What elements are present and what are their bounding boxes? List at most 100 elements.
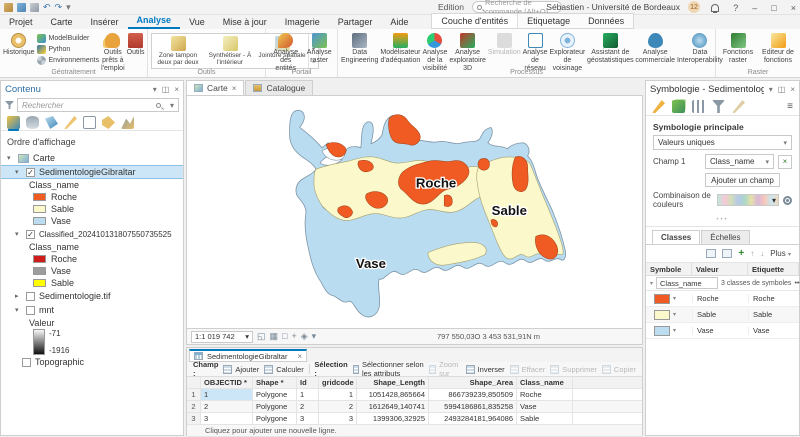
exploratoire-3d-button[interactable]: Analyse exploratoire 3D xyxy=(449,31,486,73)
modelisateur-button[interactable]: Modélisateur d'adéquation xyxy=(380,31,420,65)
tab-mise-a-jour[interactable]: Mise à jour xyxy=(214,15,276,29)
cell-class-name[interactable]: Vase xyxy=(517,401,573,412)
col-shape-length[interactable]: Shape_Length xyxy=(357,377,429,388)
group-field-input[interactable]: Class_name xyxy=(656,277,718,289)
select-by-attributes-button[interactable]: Sélectionner selon les attributs xyxy=(353,360,425,378)
cell-shape-length[interactable]: 1612649,140741 xyxy=(357,401,429,412)
qat-customize-icon[interactable]: ▾ xyxy=(66,3,71,12)
swatch-caret-icon[interactable]: ▾ xyxy=(673,311,676,318)
show-values-icon[interactable] xyxy=(706,249,716,258)
expander-icon[interactable]: ▾ xyxy=(15,230,22,238)
cell-class-name[interactable]: Sable xyxy=(517,413,573,424)
cell-id[interactable]: 3 xyxy=(297,413,319,424)
cell-shape[interactable]: Polygone xyxy=(253,413,297,424)
notification-badge[interactable]: 12 xyxy=(688,1,700,13)
class-row[interactable]: ▾ Roche Roche xyxy=(646,291,799,307)
tree-item-sedimentologie[interactable]: ▾ ✓ SedimentologieGibraltar xyxy=(1,165,183,179)
redo-icon[interactable]: ↷ xyxy=(55,3,63,12)
cell-objectid[interactable]: 3 xyxy=(201,413,253,424)
col-gridcode[interactable]: gridcode xyxy=(319,377,357,388)
tab-carte[interactable]: Carte xyxy=(42,15,82,29)
tree-item-topographic[interactable]: Topographic xyxy=(1,355,183,369)
field1-select[interactable]: Class_name ▾ xyxy=(705,154,774,169)
vary-symbology-icon[interactable] xyxy=(672,100,685,113)
undo-icon[interactable]: ↶ xyxy=(43,3,51,12)
minimize-button[interactable]: – xyxy=(752,3,757,13)
swatch-caret-icon[interactable]: ▾ xyxy=(673,295,676,302)
table-row[interactable]: 3 3 Polygone 3 3 1399306,32925 249328418… xyxy=(187,413,642,425)
move-down-icon[interactable]: ↓ xyxy=(760,249,764,258)
cell-objectid[interactable]: 1 xyxy=(201,389,253,400)
analyse-entites-button[interactable]: Analyse des entités xyxy=(269,31,302,73)
scale-combo[interactable]: 1:1 019 742 ▾ xyxy=(191,331,253,343)
layer-checkbox-unchecked[interactable] xyxy=(22,358,31,367)
expander-icon[interactable]: ▸ xyxy=(15,292,22,300)
commerciale-button[interactable]: Analyse commerciale xyxy=(635,31,675,65)
save-icon[interactable] xyxy=(30,3,39,12)
calculate-field-button[interactable]: Calculer xyxy=(264,365,304,374)
modelbuilder-button[interactable]: ModelBuilder xyxy=(37,33,100,43)
scale-based-symbology-icon[interactable] xyxy=(732,100,745,113)
analyse-reseau-button[interactable]: Analyse de réseau xyxy=(523,31,548,73)
view-tab-carte[interactable]: Carte × xyxy=(186,80,244,95)
notifications-bell-icon[interactable] xyxy=(711,4,719,12)
cell-gridcode[interactable]: 3 xyxy=(319,413,357,424)
search-options-icon[interactable]: ▾ xyxy=(170,101,174,110)
cell-shape[interactable]: Polygone xyxy=(253,401,297,412)
list-by-drawing-order-icon[interactable] xyxy=(7,116,20,129)
pane-close-icon[interactable]: × xyxy=(174,85,179,94)
add-field-button[interactable]: Ajouter un champ xyxy=(705,173,780,187)
extent-tool-icon[interactable]: □ xyxy=(282,331,287,342)
cell-objectid[interactable]: 2 xyxy=(201,401,253,412)
more-menu[interactable]: Plus ▾ xyxy=(770,249,791,258)
list-by-data-source-icon[interactable] xyxy=(26,116,39,129)
cell-shape-area[interactable]: 5994186861,835258 xyxy=(429,401,517,412)
cell-shape-length[interactable]: 1051428,865664 xyxy=(357,389,429,400)
maximize-button[interactable]: □ xyxy=(771,3,776,13)
synthetiser-button[interactable]: Synthétiser - À l'intérieur xyxy=(204,34,256,68)
pane-pin-icon[interactable]: ◫ xyxy=(162,85,170,94)
class-label[interactable]: Vase xyxy=(748,326,799,335)
expression-button[interactable]: × xyxy=(778,155,792,169)
tab-vue[interactable]: Vue xyxy=(180,15,214,29)
table-row[interactable]: 1 1 Polygone 1 1 1051428,865664 86673923… xyxy=(187,389,642,401)
cell-id[interactable]: 2 xyxy=(297,401,319,412)
class-row[interactable]: ▾ Sable Sable xyxy=(646,307,799,323)
status-more-icon[interactable]: ▾ xyxy=(312,331,317,342)
close-view-icon[interactable]: × xyxy=(232,84,237,93)
voisinage-button[interactable]: Explorateur de voisinage xyxy=(550,31,586,73)
group-options-icon[interactable]: ••• xyxy=(794,280,800,287)
list-by-editing-icon[interactable] xyxy=(64,116,77,129)
move-up-icon[interactable]: ↑ xyxy=(750,249,754,258)
layer-checkbox-unchecked[interactable] xyxy=(26,292,35,301)
cell-gridcode[interactable]: 1 xyxy=(319,389,357,400)
gear-icon[interactable] xyxy=(783,196,792,205)
grid-tool-icon[interactable]: ▦ xyxy=(270,331,279,342)
tab-classes[interactable]: Classes xyxy=(652,230,700,244)
cell-id[interactable]: 1 xyxy=(297,389,319,400)
col-id[interactable]: Id xyxy=(297,377,319,388)
roche-symbol-swatch[interactable] xyxy=(654,294,670,304)
list-by-labeling-icon[interactable] xyxy=(102,116,115,129)
cell-shape-area[interactable]: 866739239,850509 xyxy=(429,389,517,400)
layer-checkbox-unchecked[interactable] xyxy=(26,306,35,315)
project-icon[interactable] xyxy=(4,3,13,12)
vase-symbol-swatch[interactable] xyxy=(654,326,670,336)
view-tab-catalogue[interactable]: Catalogue xyxy=(245,80,313,95)
tree-item-mnt[interactable]: ▾ mnt xyxy=(1,303,183,317)
col-class-name[interactable]: Class_name xyxy=(517,377,573,388)
tree-item-classified[interactable]: ▾ ✓ Classified_202410131807550735525 xyxy=(1,227,183,241)
contents-search-input[interactable]: Rechercher ▾ xyxy=(17,98,179,112)
pan-tool-icon[interactable]: + xyxy=(291,331,296,342)
add-value-icon[interactable]: + xyxy=(738,248,744,259)
invert-selection-button[interactable]: Inverser xyxy=(466,365,505,374)
class-value[interactable]: Roche xyxy=(692,294,748,303)
pane-pin-icon[interactable]: ◫ xyxy=(778,85,786,94)
expander-icon[interactable]: ▾ xyxy=(15,168,22,176)
user-account[interactable]: Sébastien - Université de Bordeaux xyxy=(546,2,680,12)
tab-aide[interactable]: Aide xyxy=(381,15,417,29)
tab-imagerie[interactable]: Imagerie xyxy=(276,15,329,29)
pane-menu-icon[interactable]: ▾ xyxy=(769,85,773,94)
tab-echelles[interactable]: Échelles xyxy=(701,230,749,244)
row-number[interactable]: 3 xyxy=(187,413,201,424)
